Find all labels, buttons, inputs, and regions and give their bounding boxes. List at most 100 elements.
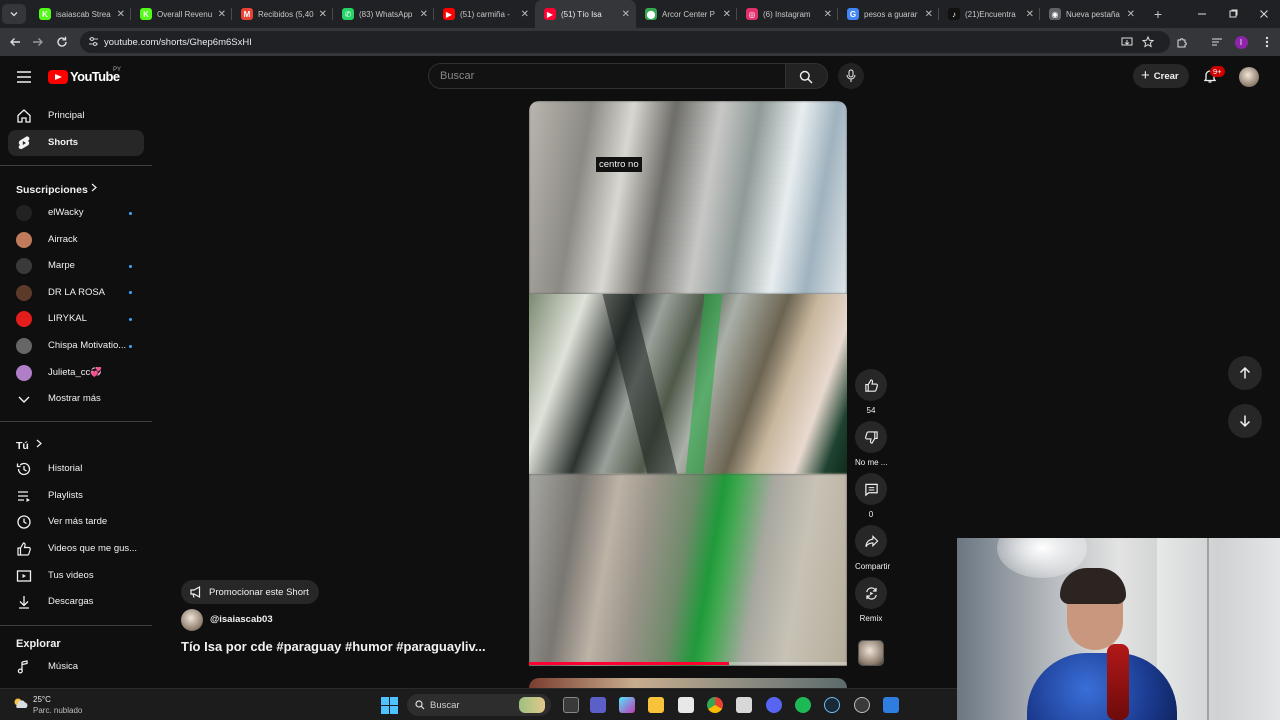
tab-close-icon[interactable]: ✕ bbox=[1026, 9, 1034, 20]
browser-tab[interactable]: M Recibidos (5,40 ✕ bbox=[232, 0, 333, 28]
microsoft-store-icon[interactable] bbox=[678, 697, 694, 713]
channel-handle[interactable]: @isaiascab03 bbox=[210, 614, 273, 625]
video-progress-bar[interactable] bbox=[529, 662, 847, 665]
browser-tab[interactable]: ◉ Nueva pestaña ✕ bbox=[1040, 0, 1141, 28]
browser-menu-icon[interactable] bbox=[1258, 33, 1276, 51]
promote-short-button[interactable]: Promocionar este Short bbox=[181, 580, 319, 604]
tab-close-icon[interactable]: ✕ bbox=[319, 9, 327, 20]
close-window-button[interactable] bbox=[1255, 5, 1273, 23]
create-button[interactable]: + Crear bbox=[1133, 64, 1189, 88]
short-video-player[interactable] bbox=[529, 101, 847, 666]
sidebar-item-shorts[interactable]: Shorts bbox=[8, 130, 144, 156]
dislike-button[interactable]: No me ... bbox=[855, 421, 887, 467]
taskbar-search[interactable]: Buscar bbox=[407, 694, 551, 716]
sidebar-item-music[interactable]: Música bbox=[8, 654, 144, 680]
weather-icon[interactable] bbox=[11, 696, 29, 710]
restore-button[interactable] bbox=[1224, 5, 1242, 23]
account-avatar[interactable] bbox=[1239, 67, 1259, 87]
tab-close-icon[interactable]: ✕ bbox=[622, 9, 630, 20]
browser-tab[interactable]: Gpesos a guarar ✕ bbox=[838, 0, 939, 28]
sidebar-item-subscription[interactable]: elWacky bbox=[8, 200, 144, 226]
channel-avatar[interactable] bbox=[181, 609, 203, 631]
sidebar-item-subscription[interactable]: Airrack bbox=[8, 227, 144, 253]
tab-close-icon[interactable]: ✕ bbox=[218, 9, 226, 20]
extensions-icon[interactable] bbox=[1173, 33, 1191, 51]
tab-close-icon[interactable]: ✕ bbox=[117, 9, 125, 20]
discord-icon[interactable] bbox=[766, 697, 782, 713]
subscriptions-heading[interactable]: Suscripciones bbox=[16, 180, 106, 196]
sidebar-item-subscription[interactable]: DR LA ROSA bbox=[8, 280, 144, 306]
like-button-circle[interactable] bbox=[855, 369, 887, 401]
next-short-button[interactable] bbox=[1228, 404, 1262, 438]
install-app-icon[interactable] bbox=[1118, 33, 1136, 51]
remix-button-circle[interactable] bbox=[855, 577, 887, 609]
search-input[interactable]: Buscar bbox=[428, 63, 786, 89]
browser-tab[interactable]: ◎ (6) Instagram ✕ bbox=[737, 0, 838, 28]
browser-tab[interactable]: ▶ (51) Tío Isa ✕ bbox=[535, 0, 636, 28]
remix-button[interactable]: Remix bbox=[855, 577, 887, 623]
youtube-logo-icon[interactable] bbox=[48, 70, 68, 84]
browser-tab[interactable]: ⬤ Arcor Center P ✕ bbox=[636, 0, 737, 28]
voice-search-button[interactable] bbox=[838, 63, 864, 89]
tab-close-icon[interactable]: ✕ bbox=[521, 9, 529, 20]
tab-close-icon[interactable]: ✕ bbox=[420, 9, 428, 20]
sidebar-item-subscription[interactable]: LIRYKAL bbox=[8, 306, 144, 332]
reload-icon[interactable] bbox=[53, 33, 71, 51]
sidebar-item-your-videos[interactable]: Tus videos bbox=[8, 563, 144, 589]
share-button[interactable]: Compartir bbox=[855, 525, 890, 571]
sidebar-item-principal[interactable]: Principal bbox=[8, 103, 144, 129]
copilot-icon[interactable] bbox=[619, 697, 635, 713]
sidebar-item-downloads[interactable]: Descargas bbox=[8, 589, 144, 615]
sidebar-item-watch-later[interactable]: Ver más tarde bbox=[8, 509, 144, 535]
browser-tab[interactable]: ▶ (51) carmiña - ✕ bbox=[434, 0, 535, 28]
tab-label: pesos a guarar bbox=[864, 9, 918, 19]
comments-button[interactable]: 0 bbox=[855, 473, 887, 519]
browser-tab[interactable]: ♪ (21)Encuentra ✕ bbox=[939, 0, 1040, 28]
address-bar[interactable]: youtube.com/shorts/Ghep6m6SxHI bbox=[80, 31, 1170, 53]
audio-source-thumbnail[interactable] bbox=[858, 640, 884, 666]
tab-close-icon[interactable]: ✕ bbox=[824, 9, 832, 20]
sidebar-item-subscription[interactable]: Chispa Motivatio... bbox=[8, 333, 144, 359]
windows-start-icon[interactable] bbox=[381, 697, 398, 714]
tab-close-icon[interactable]: ✕ bbox=[723, 9, 731, 20]
tab-close-icon[interactable]: ✕ bbox=[1127, 9, 1135, 20]
profile-avatar[interactable]: I bbox=[1232, 33, 1250, 51]
calculator-icon[interactable] bbox=[883, 697, 899, 713]
snipping-tool-icon[interactable] bbox=[736, 697, 752, 713]
menu-icon[interactable] bbox=[16, 69, 32, 85]
share-button-circle[interactable] bbox=[855, 525, 887, 557]
search-button[interactable] bbox=[786, 63, 828, 89]
reading-list-icon[interactable] bbox=[1208, 33, 1226, 51]
you-heading[interactable]: Tú bbox=[16, 436, 56, 452]
spotify-icon[interactable] bbox=[795, 697, 811, 713]
bookmark-star-icon[interactable] bbox=[1139, 33, 1157, 51]
browser-tab[interactable]: ✆ (83) WhatsApp ✕ bbox=[333, 0, 434, 28]
sidebar-item-subscription[interactable]: Julieta_cc💞 bbox=[8, 360, 144, 386]
chrome-icon[interactable] bbox=[707, 697, 723, 713]
teams-icon[interactable] bbox=[590, 697, 606, 713]
browser-tab[interactable]: K Overall Revenu ✕ bbox=[131, 0, 232, 28]
site-info-icon[interactable] bbox=[88, 36, 99, 50]
browser-tab[interactable]: Kisaiascab Strea ✕ bbox=[30, 0, 131, 28]
back-icon[interactable] bbox=[6, 33, 24, 51]
sidebar-item-subscription[interactable]: Marpe bbox=[8, 253, 144, 279]
settings-icon[interactable] bbox=[854, 697, 870, 713]
sidebar-item-historial[interactable]: Historial bbox=[8, 456, 144, 482]
task-view-icon[interactable] bbox=[563, 697, 579, 713]
sidebar-item-playlists[interactable]: Playlists bbox=[8, 483, 144, 509]
steam-icon[interactable] bbox=[824, 697, 840, 713]
dislike-button-circle[interactable] bbox=[855, 421, 887, 453]
like-button[interactable]: 54 bbox=[855, 369, 887, 415]
forward-icon[interactable] bbox=[29, 33, 47, 51]
tab-search-chevron-icon[interactable] bbox=[2, 4, 26, 24]
tab-close-icon[interactable]: ✕ bbox=[925, 9, 933, 20]
new-tab-button[interactable]: + bbox=[1149, 5, 1167, 23]
show-more-button[interactable]: Mostrar más bbox=[8, 386, 144, 412]
comments-button-circle[interactable] bbox=[855, 473, 887, 505]
file-explorer-icon[interactable] bbox=[648, 697, 664, 713]
previous-short-button[interactable] bbox=[1228, 356, 1262, 390]
short-title[interactable]: Tío Isa por cde #paraguay #humor #paragu… bbox=[181, 639, 486, 654]
sidebar-item-liked-videos[interactable]: Videos que me gus... bbox=[8, 536, 144, 562]
minimize-button[interactable] bbox=[1193, 5, 1211, 23]
weather-widget[interactable]: 25°C Parc. nublado bbox=[33, 694, 82, 716]
